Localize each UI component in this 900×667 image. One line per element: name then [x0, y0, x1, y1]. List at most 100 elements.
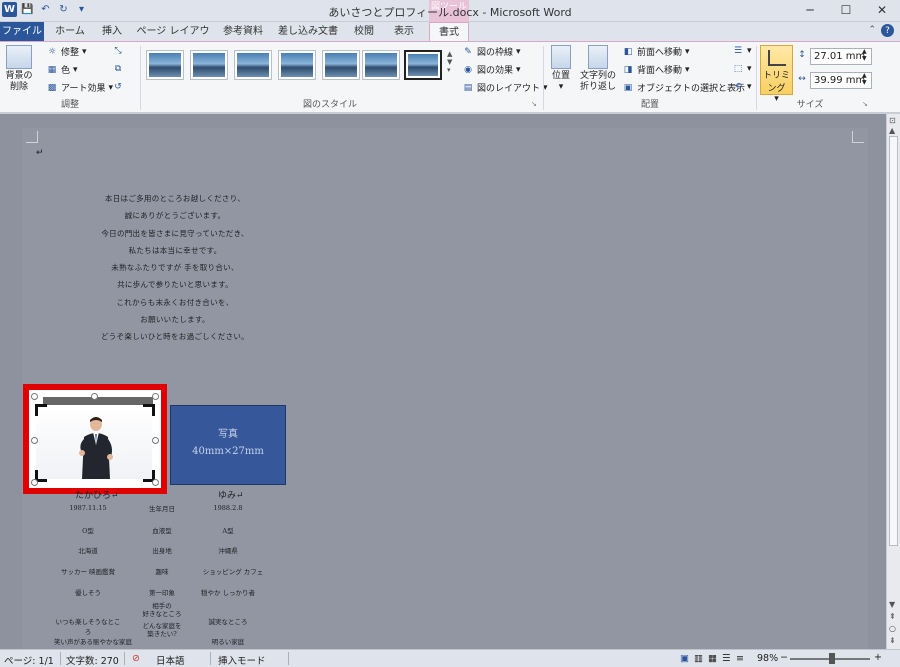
tab-references[interactable]: 参考資料 [216, 22, 270, 41]
selected-photo[interactable] [23, 384, 167, 494]
picture-style-5[interactable] [322, 50, 360, 80]
greeting-line: 私たちは本当に幸せです。 [128, 245, 222, 255]
art-effects-label: アート効果 [61, 84, 106, 94]
greeting-line: 共に歩んで参りたいと思います。 [117, 280, 233, 290]
zoom-slider-thumb[interactable] [829, 653, 835, 664]
tab-home[interactable]: ホーム [48, 22, 92, 41]
bring-forward-button[interactable]: ◧ 前面へ移動 ▾ [622, 45, 690, 59]
collapse-ribbon-icon[interactable]: ⌃ [868, 25, 876, 35]
crop-button[interactable]: トリミング ▾ [760, 45, 793, 104]
crop-handle[interactable] [143, 404, 155, 416]
color-palette-icon: ▦ [47, 64, 57, 75]
close-button[interactable]: ✕ [864, 0, 900, 20]
scroll-thumb[interactable] [889, 136, 898, 546]
dialog-launcher-icon[interactable]: ↘ [531, 100, 537, 108]
next-page-icon[interactable]: ⇟ [889, 636, 896, 645]
ruler-toggle-icon[interactable]: ⊡ [889, 116, 896, 125]
picture-effects-button[interactable]: ◉ 図の効果 ▾ [462, 63, 520, 77]
remove-background-label: 背景の 削除 [5, 71, 33, 92]
full-screen-reading-icon[interactable]: ▥ [694, 653, 703, 664]
page-indicator[interactable]: ページ: 1/1 [4, 653, 54, 667]
group-icon[interactable]: ⬚ ▾ [732, 63, 752, 75]
group-divider [756, 46, 757, 110]
picture-border-button[interactable]: ✎ 図の枠線 ▾ [462, 45, 520, 59]
previous-page-icon[interactable]: ⇞ [889, 612, 896, 621]
height-icon: ↕ [798, 50, 806, 60]
tab-insert[interactable]: 挿入 [94, 22, 130, 41]
browse-object-icon[interactable]: ○ [889, 624, 896, 633]
minimize-button[interactable]: ─ [792, 0, 828, 20]
compress-pictures-icon[interactable]: ⤡ [112, 45, 124, 57]
tab-format[interactable]: 書式 [429, 22, 469, 42]
insert-mode-indicator[interactable]: 挿入モード [218, 653, 266, 667]
draft-icon[interactable]: ≡ [736, 653, 744, 664]
reset-picture-icon[interactable]: ↺ [112, 81, 124, 93]
proofing-icon[interactable]: ⊘ [132, 653, 140, 664]
group-divider [140, 46, 141, 110]
zoom-out-button[interactable]: − [780, 652, 788, 663]
picture-style-6[interactable] [362, 50, 400, 80]
window-controls: ─ ☐ ✕ [792, 0, 900, 20]
picture-style-3[interactable] [234, 50, 272, 80]
selection-pane-button[interactable]: ▣ オブジェクトの選択と表示 [622, 81, 745, 95]
resize-handle[interactable] [91, 393, 98, 400]
send-backward-button[interactable]: ◨ 背面へ移動 ▾ [622, 63, 690, 77]
tab-mailings[interactable]: 差し込み文書 [274, 22, 342, 41]
greeting-line: 誠にありがとうございます。 [124, 211, 226, 221]
photo-placeholder-box[interactable]: 写真 40mm×27mm [170, 405, 286, 485]
picture-styles-group-label: 図のスタイル [302, 100, 357, 110]
scroll-up-arrow[interactable]: ▲ [889, 126, 895, 135]
dropdown-arrow-icon: ▾ [73, 64, 78, 75]
remove-background-button[interactable]: 背景の 削除 [2, 45, 36, 93]
greeting-line: 本日はご多用のところお越しくださり、 [104, 194, 246, 203]
photo-image [36, 405, 152, 479]
dropdown-arrow-icon: ▾ [685, 46, 690, 57]
corrections-button[interactable]: ☼ 修整 ▾ [46, 45, 87, 59]
tab-page-layout[interactable]: ページ レイアウト [134, 22, 212, 56]
word-count[interactable]: 文字数: 270 [66, 653, 119, 667]
crop-handle[interactable] [35, 404, 47, 416]
art-effects-button[interactable]: ▩ アート効果 ▾ [46, 81, 113, 95]
language-indicator[interactable]: 日本語 [156, 653, 185, 667]
change-picture-icon[interactable]: ⧉ [112, 63, 124, 75]
tab-file[interactable]: ファイル [0, 22, 44, 41]
resize-handle[interactable] [152, 393, 159, 400]
greeting-text[interactable]: 本日はご多用のところお越しくださり、 誠にありがとうございます。 今日の門出を皆… [65, 190, 285, 346]
picture-style-1[interactable] [146, 50, 184, 80]
window-title: あいさつとプロフィール.docx - Microsoft Word [328, 6, 572, 19]
scroll-down-arrow[interactable]: ▼ [889, 600, 895, 609]
resize-handle[interactable] [31, 437, 38, 444]
print-layout-icon[interactable]: ▣ [680, 653, 689, 664]
align-icon[interactable]: ☰ ▾ [732, 45, 752, 57]
position-button[interactable]: 位置 ▾ [546, 45, 576, 93]
picture-style-4[interactable] [278, 50, 316, 80]
wrap-text-button[interactable]: 文字列の 折り返し [578, 45, 618, 93]
layout-icon: ▤ [463, 82, 473, 93]
rotate-icon[interactable]: ⟲ ▾ [732, 81, 751, 93]
height-spinner[interactable]: ▲ ▼ [862, 48, 867, 62]
maximize-button[interactable]: ☐ [828, 0, 864, 20]
color-button[interactable]: ▦ 色 ▾ [46, 63, 78, 77]
selection-pane-icon: ▣ [623, 82, 633, 93]
outline-icon[interactable]: ☰ [722, 653, 731, 664]
dropdown-arrow-icon: ▾ [685, 64, 690, 75]
resize-handle[interactable] [31, 479, 38, 486]
picture-style-2[interactable] [190, 50, 228, 80]
resize-handle[interactable] [31, 393, 38, 400]
picture-layout-button[interactable]: ▤ 図のレイアウト ▾ [462, 81, 548, 95]
picture-style-7[interactable] [404, 50, 442, 80]
resize-handle[interactable] [152, 479, 159, 486]
zoom-in-button[interactable]: + [874, 652, 882, 663]
vertical-scrollbar[interactable]: ⊡ ▲ ▼ ⇞ ○ ⇟ [886, 114, 900, 649]
width-spinner[interactable]: ▲ ▼ [862, 72, 867, 86]
dialog-launcher-icon[interactable]: ↘ [862, 100, 868, 108]
tab-review[interactable]: 校閲 [346, 22, 382, 41]
web-layout-icon[interactable]: ▦ [708, 653, 717, 664]
help-icon[interactable]: ? [881, 24, 894, 37]
crop-label: トリミング [762, 71, 790, 94]
bring-forward-label: 前面へ移動 [637, 48, 683, 58]
gallery-scroll-icon[interactable]: ▲ ▼ ▾ [447, 50, 452, 74]
zoom-level[interactable]: 98% [757, 653, 778, 664]
tab-view[interactable]: 表示 [386, 22, 422, 41]
resize-handle[interactable] [152, 437, 159, 444]
